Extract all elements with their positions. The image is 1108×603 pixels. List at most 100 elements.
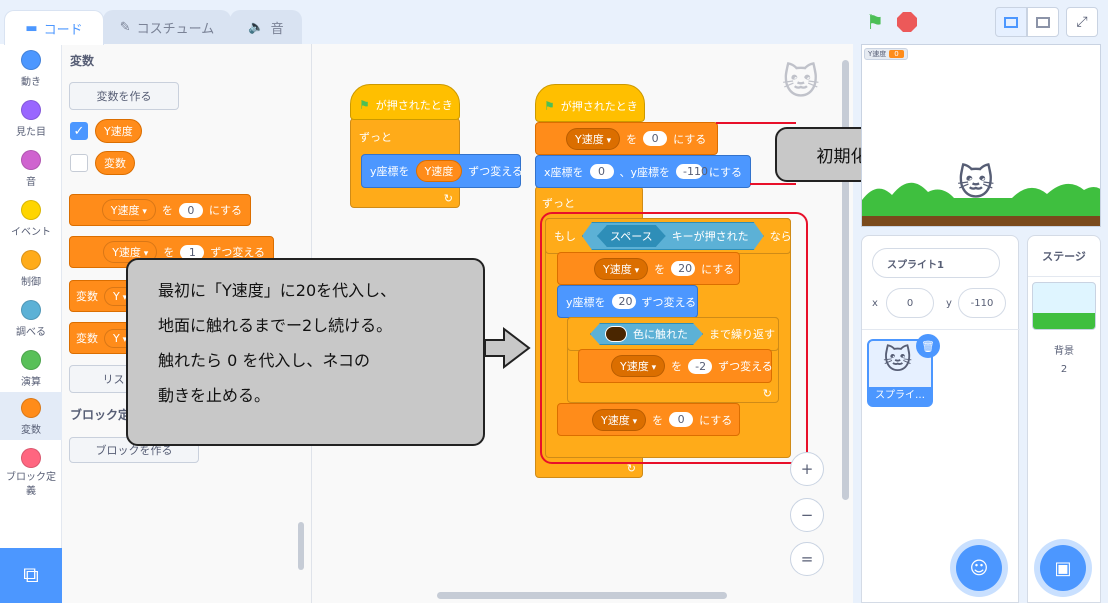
trash-icon: 🗑 bbox=[921, 339, 935, 353]
zoom-reset-icon: = bbox=[800, 550, 814, 568]
zoom-in-button[interactable]: + bbox=[790, 452, 824, 486]
large-stage-button[interactable] bbox=[1027, 7, 1059, 37]
block-text: x座標を bbox=[544, 165, 584, 179]
control-dot-icon bbox=[21, 250, 41, 270]
var1-checkbox[interactable]: ✓ bbox=[70, 122, 88, 140]
block-text: を bbox=[161, 204, 173, 217]
stage-canvas[interactable]: Y速度 0 🐱 bbox=[861, 44, 1101, 227]
variables-dot-icon bbox=[21, 398, 41, 418]
speaker-icon: 🔈 bbox=[248, 20, 265, 35]
small-stage-button[interactable] bbox=[995, 7, 1027, 37]
note-line: 触れたら 0 を代入し、ネコの bbox=[158, 351, 371, 370]
x-input[interactable]: 0 bbox=[589, 164, 614, 179]
zoom-in-icon: + bbox=[800, 460, 814, 478]
category-label: ブロック定義 bbox=[6, 472, 56, 497]
small-stage-icon bbox=[1004, 16, 1018, 28]
note-line: 動きを止める。 bbox=[158, 386, 271, 405]
add-sprite-button[interactable]: ☺ bbox=[956, 545, 1002, 591]
large-stage-icon bbox=[1036, 16, 1050, 28]
code-icon: ▬ bbox=[25, 20, 38, 36]
set-var-dropdown[interactable]: Y速度 bbox=[101, 199, 156, 221]
delete-sprite-button[interactable]: 🗑 bbox=[916, 334, 940, 358]
script-h-scrollbar[interactable] bbox=[437, 592, 727, 599]
sensing-dot-icon bbox=[21, 300, 41, 320]
value-input[interactable]: 0 bbox=[643, 131, 668, 146]
zoom-out-button[interactable]: − bbox=[790, 498, 824, 532]
category-looks[interactable]: 見た目 bbox=[0, 94, 62, 142]
category-label: 見た目 bbox=[16, 127, 46, 138]
category-label: 調べる bbox=[16, 327, 46, 338]
category-events[interactable]: イベント bbox=[0, 194, 62, 242]
category-control[interactable]: 制御 bbox=[0, 244, 62, 292]
var-dropdown[interactable]: Y速度 bbox=[566, 127, 621, 150]
divider bbox=[862, 329, 1020, 330]
add-extension-button[interactable]: ⧉ bbox=[0, 548, 62, 603]
category-label: 音 bbox=[26, 177, 36, 188]
category-sensing[interactable]: 調べる bbox=[0, 294, 62, 342]
add-backdrop-button[interactable]: ▣ bbox=[1040, 545, 1086, 591]
category-motion[interactable]: 動き bbox=[0, 44, 62, 92]
when-flag-clicked-hat-1[interactable]: ⚑ が押されたとき bbox=[350, 84, 460, 120]
zoom-reset-button[interactable]: = bbox=[790, 542, 824, 576]
var2-reporter[interactable]: 変数 bbox=[95, 151, 135, 175]
green-flag-icon: ⚑ bbox=[544, 99, 555, 113]
y-speed-reporter[interactable]: Y速度 bbox=[415, 160, 463, 182]
divider bbox=[1028, 276, 1100, 277]
green-flag-icon[interactable]: ⚑ bbox=[866, 10, 884, 34]
cat-sprite-icon: 🐱 bbox=[883, 343, 913, 376]
sound-dot-icon bbox=[21, 150, 41, 170]
palette-scrollbar[interactable] bbox=[298, 522, 304, 570]
change-y-block-1[interactable]: y座標を Y速度 ずつ変える bbox=[361, 154, 523, 188]
operators-dot-icon bbox=[21, 350, 41, 370]
when-flag-clicked-hat-2[interactable]: ⚑ が押されたとき bbox=[535, 84, 645, 122]
note-line: 地面に触れるまでー2し続ける。 bbox=[158, 316, 393, 335]
category-sound[interactable]: 音 bbox=[0, 144, 62, 192]
image-add-icon: ▣ bbox=[1054, 557, 1072, 579]
init-bracket-line bbox=[750, 183, 796, 185]
cat-sprite-icon[interactable]: 🐱 bbox=[957, 163, 995, 204]
block-text: 変数 bbox=[76, 332, 98, 345]
goto-xy-block[interactable]: x座標を 0 、y座標を -110 にする bbox=[535, 155, 751, 188]
hat-label: が押されたとき bbox=[375, 99, 453, 112]
x-field[interactable]: 0 bbox=[886, 288, 934, 318]
extension-icon: ⧉ bbox=[23, 563, 39, 588]
category-my-blocks[interactable]: ブロック定義 bbox=[0, 442, 62, 500]
category-variables[interactable]: 変数 bbox=[0, 392, 62, 440]
variable-monitor[interactable]: Y速度 0 bbox=[864, 48, 908, 60]
block-text: にする bbox=[708, 165, 742, 179]
script-v-scrollbar[interactable] bbox=[842, 60, 849, 500]
tab-sounds[interactable]: 🔈 音 bbox=[230, 10, 302, 44]
looks-dot-icon bbox=[21, 100, 41, 120]
backdrop-thumbnail[interactable] bbox=[1032, 282, 1096, 330]
category-label: 制御 bbox=[21, 277, 41, 288]
stop-icon[interactable] bbox=[897, 12, 917, 32]
category-operators[interactable]: 演算 bbox=[0, 344, 62, 392]
set-variable-block[interactable]: Y速度 を 0 にする bbox=[69, 194, 251, 226]
sprite-info-panel: スプライト1 x 0 y -110 🐱 スプライ… 🗑 bbox=[861, 235, 1020, 603]
brush-icon: ✎ bbox=[119, 20, 131, 35]
init-bracket-line bbox=[716, 122, 796, 124]
cat-add-icon: ☺ bbox=[969, 557, 989, 579]
my-blocks-dot-icon bbox=[21, 448, 41, 468]
var1-reporter[interactable]: Y速度 bbox=[95, 119, 142, 143]
tab-costumes[interactable]: ✎ コスチューム bbox=[103, 10, 231, 44]
block-text: にする bbox=[208, 204, 242, 217]
set-y-speed-block[interactable]: Y速度 を 0 にする bbox=[535, 122, 718, 155]
sprite-name-field[interactable]: スプライト1 bbox=[872, 248, 1000, 278]
set-value-input[interactable]: 0 bbox=[178, 202, 203, 218]
category-menu: 動き 見た目 音 イベント 制御 調べる 演算 変数 ブロック定義 bbox=[0, 44, 62, 548]
sprite-thumb-label: スプライ… bbox=[869, 387, 931, 405]
hat-label: が押されたとき bbox=[560, 100, 638, 113]
backdrop-ground bbox=[1033, 313, 1095, 329]
y-input[interactable]: -110 bbox=[676, 164, 708, 179]
var2-checkbox[interactable] bbox=[70, 154, 88, 172]
y-field[interactable]: -110 bbox=[958, 288, 1006, 318]
block-text: 変数 bbox=[76, 290, 98, 303]
block-text: にする bbox=[673, 132, 707, 146]
tab-code[interactable]: ▬ コード bbox=[4, 10, 104, 45]
monitor-label: Y速度 bbox=[868, 50, 887, 58]
note-line: 最初に「Y速度」に20を代入し、 bbox=[158, 281, 397, 300]
x-label: x bbox=[872, 298, 878, 309]
make-variable-button[interactable]: 変数を作る bbox=[69, 82, 179, 110]
fullscreen-button[interactable]: ⤢ bbox=[1066, 7, 1098, 37]
